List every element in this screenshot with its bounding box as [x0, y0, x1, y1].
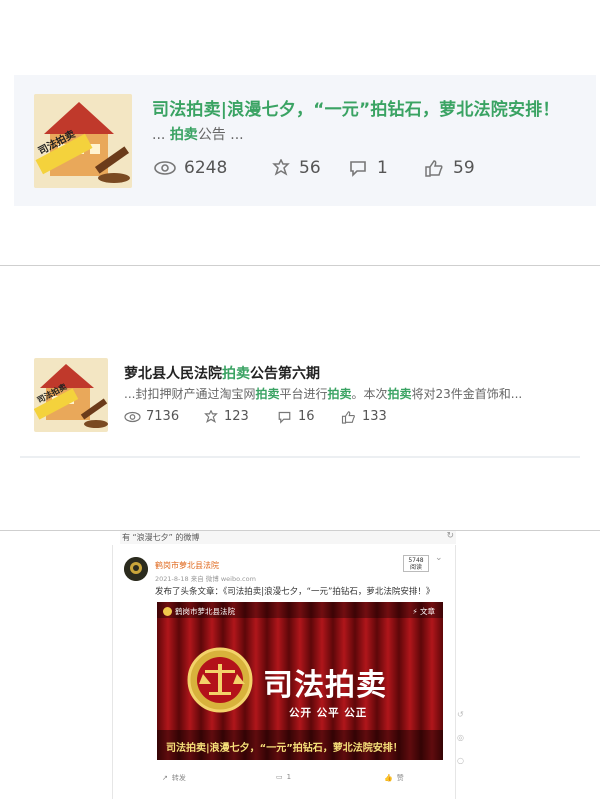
comment-icon	[278, 411, 291, 424]
comment-count: 1	[286, 773, 292, 781]
views-count: 7136	[146, 409, 180, 424]
comments-stat[interactable]: 16	[277, 409, 341, 424]
comment-icon: ▭	[276, 773, 283, 781]
topic-header: 有 “浪漫七夕” 的微博 ↻	[120, 531, 456, 544]
post-meta: 2021-8-18 来自 微博 weibo.com	[155, 575, 256, 583]
article-snippet-2: ...封扣押财产通过淘宝网拍卖平台进行拍卖。本次拍卖将对23件金首饰和...	[124, 385, 522, 402]
chevron-down-icon[interactable]: ⌄	[435, 553, 443, 563]
shares-count: 56	[299, 158, 321, 178]
snippet-text: 公告 ...	[197, 127, 244, 143]
views-badge-label: 阅读	[409, 564, 422, 571]
article-title-1[interactable]: 司法拍卖|浪漫七夕，“一元”拍钻石，萝北法院安排！	[152, 95, 560, 120]
banner-org-name: 鹤岗市萝北县法院	[175, 607, 235, 616]
thumbs-up-icon	[425, 160, 443, 177]
shares-stat[interactable]: 123	[204, 409, 277, 424]
article-title-2[interactable]: 萝北县人民法院拍卖公告第六期	[124, 363, 320, 383]
snippet-highlight: 拍卖	[387, 387, 412, 401]
forward-icon: ↗	[162, 774, 168, 782]
share-icon	[204, 409, 218, 423]
comments-count: 16	[298, 409, 315, 424]
title-highlight: 拍卖	[222, 366, 250, 382]
likes-stat[interactable]: 59	[424, 158, 475, 178]
forward-label: 转发	[171, 774, 186, 782]
refresh-icon[interactable]: ↻	[446, 531, 454, 541]
article-snippet-1: ... 拍卖公告 ...	[152, 124, 244, 144]
views-badge-count: 5748	[408, 557, 424, 564]
article-stats-2: 7136 123 16 133	[124, 409, 387, 424]
snippet-text: ...	[152, 127, 170, 143]
banner-caption: 司法拍卖|浪漫七夕，“一元”拍钻石，萝北法院安排！	[166, 743, 403, 754]
topic-label: 有 “浪漫七夕” 的微博	[122, 533, 200, 542]
post-text: 发布了头条文章：《司法拍卖|浪漫七夕，“一元”拍钻石，萝北法院安排！》	[155, 587, 435, 597]
article-thumbnail-2[interactable]: 司法拍卖	[34, 358, 108, 432]
comment-button[interactable]: ▭ 1	[276, 773, 291, 781]
back-icon[interactable]: ↺	[457, 710, 469, 719]
views-badge: 5748 阅读	[403, 555, 429, 572]
views-stat: 7136	[124, 409, 204, 424]
eye-icon	[154, 161, 176, 175]
views-count: 6248	[184, 158, 228, 178]
shares-count: 123	[224, 409, 249, 424]
card-separator	[20, 456, 580, 458]
snippet-text: 平台进行	[279, 387, 328, 401]
snippet-highlight: 拍卖	[169, 127, 198, 143]
share-icon	[272, 159, 290, 176]
user-name[interactable]: 鹤岗市萝北县法院	[155, 560, 219, 571]
article-banner[interactable]: 鹤岗市萝北县法院 ⚡ 文章 司法拍卖 公开 公平 公正 司法拍卖|浪漫七夕，“一…	[157, 602, 443, 760]
shares-stat[interactable]: 56	[272, 158, 348, 178]
comments-count: 1	[377, 158, 388, 178]
views-stat: 6248	[154, 158, 272, 178]
article-stats-1: 6248 56 1 59	[154, 158, 475, 178]
snippet-text: ...封扣押财产通过淘宝网	[124, 387, 256, 401]
banner-title: 司法拍卖	[263, 668, 387, 703]
snippet-text: 。本次	[351, 387, 388, 401]
comments-stat[interactable]: 1	[348, 158, 424, 178]
like-label: 赞	[396, 774, 404, 782]
likes-stat[interactable]: 133	[341, 409, 387, 424]
title-text: 公告第六期	[250, 366, 320, 382]
like-button[interactable]: 👍 赞	[384, 773, 404, 783]
likes-count: 133	[362, 409, 387, 424]
eye-icon	[124, 411, 141, 422]
banner-motto: 公开 公平 公正	[289, 707, 368, 719]
thumbs-up-icon	[341, 410, 355, 424]
forward-button[interactable]: ↗ 转发	[162, 773, 186, 783]
likes-count: 59	[453, 158, 475, 178]
article-tag: ⚡ 文章	[412, 607, 435, 616]
side-toolbar: ↺ ◎ ○	[457, 710, 469, 779]
thumbs-up-icon: 👍	[384, 774, 393, 782]
banner-org: 鹤岗市萝北县法院	[163, 606, 235, 617]
article-thumbnail-1[interactable]: 司法拍卖	[34, 94, 132, 188]
avatar[interactable]	[124, 557, 148, 581]
more-icon[interactable]: ○	[457, 756, 469, 765]
share-icon[interactable]: ◎	[457, 733, 469, 742]
snippet-highlight: 拍卖	[327, 387, 352, 401]
title-text: 萝北县人民法院	[124, 366, 222, 382]
comment-icon	[350, 161, 366, 177]
court-emblem-icon	[163, 607, 172, 616]
snippet-text: 将对23件金首饰和...	[411, 387, 523, 401]
snippet-highlight: 拍卖	[255, 387, 280, 401]
